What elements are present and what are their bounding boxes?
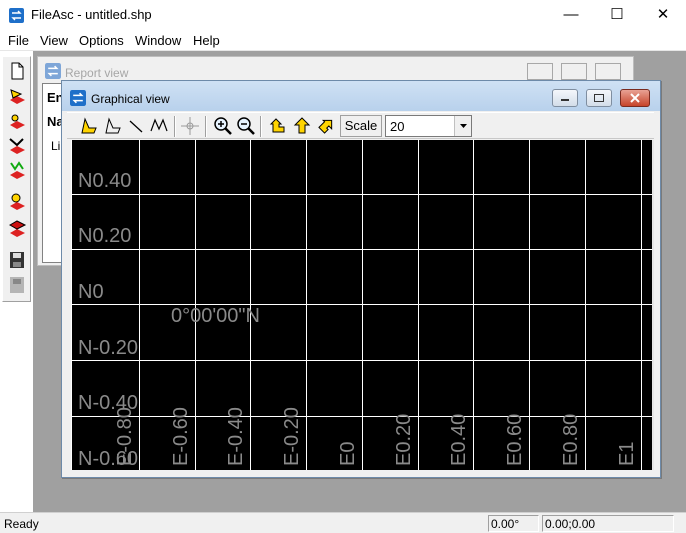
polyline-tool-icon[interactable] xyxy=(103,116,123,136)
y-axis-label: N-0.20 xyxy=(78,337,139,359)
polygon-tool-icon[interactable] xyxy=(79,116,99,136)
app-title: FileAsc - untitled.shp xyxy=(31,7,152,22)
x-axis-label: E0.20 xyxy=(393,413,415,466)
y-axis-label: N0 xyxy=(78,281,104,303)
x-axis-label: E-0.80 xyxy=(114,407,136,466)
menu-file[interactable]: File xyxy=(8,33,29,48)
main-toolbar xyxy=(2,56,31,302)
toolbar-separator xyxy=(260,116,262,137)
chevron-down-icon xyxy=(460,124,467,128)
menu-help[interactable]: Help xyxy=(193,33,220,48)
report-minimize-button[interactable] xyxy=(527,63,553,80)
dropdown-button[interactable] xyxy=(454,116,471,136)
scale-value: 20 xyxy=(390,119,405,134)
scale-select[interactable]: 20 xyxy=(385,115,472,137)
close-button[interactable]: ✕ xyxy=(640,0,686,30)
pan-left-icon[interactable] xyxy=(268,116,288,136)
graphical-maximize-button[interactable] xyxy=(586,89,612,107)
x-axis-label: E1 xyxy=(616,441,638,466)
menu-bar: File View Options Window Help xyxy=(0,30,686,51)
report-maximize-button[interactable] xyxy=(561,63,587,80)
title-bar: FileAsc - untitled.shp — ☐ ✕ xyxy=(0,0,686,30)
toolbar-separator xyxy=(174,116,176,137)
menu-view[interactable]: View xyxy=(40,33,68,48)
open-layer-icon[interactable] xyxy=(5,84,29,108)
x-axis-label: E0.80 xyxy=(560,413,582,466)
center-coordinate-label: 0°00'00"N xyxy=(171,305,260,327)
y-axis-label: N0.20 xyxy=(78,225,132,247)
map-canvas[interactable]: N0.40 N0.20 N0 N-0.20 N-0.40 N-0.60 E-0.… xyxy=(71,140,652,470)
graphical-toolbar: Scale 20 xyxy=(67,112,654,139)
graphical-view-window[interactable]: Graphical view Scale 20 N0.40 N0.20 N0 N… xyxy=(61,80,661,478)
open-lines-icon[interactable] xyxy=(5,134,29,158)
status-coordinates: 0.00;0.00 xyxy=(542,515,674,532)
minimize-button[interactable]: — xyxy=(548,0,594,30)
report-row-cell: Li xyxy=(51,139,61,153)
open-points-icon[interactable] xyxy=(5,109,29,133)
line-tool-icon[interactable] xyxy=(126,116,146,136)
print-icon[interactable] xyxy=(5,273,29,297)
x-axis-label: E0 xyxy=(337,441,359,466)
x-axis-label: E0.40 xyxy=(448,413,470,466)
report-view-title: Report view xyxy=(65,66,129,80)
status-text: Ready xyxy=(4,517,39,531)
graphical-minimize-button[interactable] xyxy=(552,89,578,107)
open-polygons-icon[interactable] xyxy=(5,159,29,183)
x-axis-label: E-0.20 xyxy=(281,407,303,466)
x-axis-label: E-0.40 xyxy=(225,407,247,466)
report-close-button[interactable] xyxy=(595,63,621,80)
scale-button[interactable]: Scale xyxy=(340,115,382,137)
report-window-icon xyxy=(45,63,61,79)
pan-up-icon[interactable] xyxy=(292,116,312,136)
x-axis-label: E0.60 xyxy=(504,413,526,466)
canvas-edge xyxy=(652,140,654,470)
x-axis-label: E-0.60 xyxy=(170,407,192,466)
graphical-window-icon xyxy=(70,90,86,106)
zoom-in-icon[interactable] xyxy=(213,116,233,136)
status-bar: Ready 0.00° 0.00;0.00 xyxy=(0,512,686,533)
menu-options[interactable]: Options xyxy=(79,33,124,48)
app-icon xyxy=(9,8,24,23)
maximize-button[interactable]: ☐ xyxy=(594,0,640,30)
status-angle: 0.00° xyxy=(488,515,539,532)
graphical-view-titlebar[interactable]: Graphical view xyxy=(62,81,660,111)
graphical-close-button[interactable] xyxy=(620,89,650,107)
graphical-view-title: Graphical view xyxy=(91,92,170,106)
y-axis-label: N0.40 xyxy=(78,170,132,192)
pan-right-icon[interactable] xyxy=(316,116,336,136)
import-icon[interactable] xyxy=(5,190,29,214)
save-icon[interactable] xyxy=(5,248,29,272)
menu-window[interactable]: Window xyxy=(135,33,181,48)
multiline-tool-icon[interactable] xyxy=(149,116,169,136)
toolbar-separator xyxy=(205,116,207,137)
new-file-icon[interactable] xyxy=(5,59,29,83)
export-icon[interactable] xyxy=(5,217,29,241)
crosshair-icon[interactable] xyxy=(180,116,200,136)
zoom-out-icon[interactable] xyxy=(236,116,256,136)
